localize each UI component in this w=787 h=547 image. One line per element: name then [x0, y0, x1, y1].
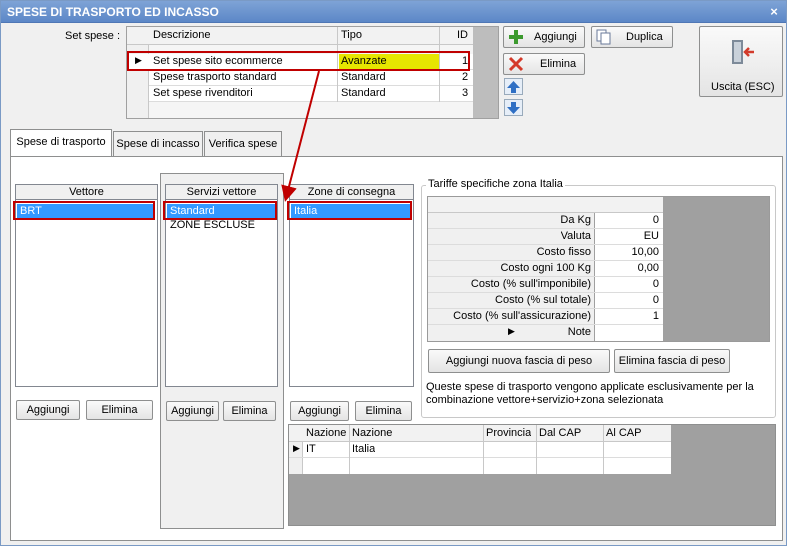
table-row[interactable]: ▶ IT Italia	[289, 442, 671, 458]
tariffe-info: Queste spese di trasporto vengono applic…	[426, 381, 754, 406]
duplica-button[interactable]: Duplica	[591, 26, 673, 48]
nazioni-grid[interactable]: Nazione Nazione Provincia Dal CAP Al CAP…	[288, 424, 776, 526]
grid-scroll-area	[473, 27, 498, 118]
col-divider	[536, 425, 537, 474]
col-descrizione[interactable]: Descrizione	[153, 29, 210, 41]
tariffe-row[interactable]: Costo (% sull'assicurazione) 1	[428, 309, 663, 325]
move-up-button[interactable]	[504, 78, 523, 95]
tariffe-value: EU	[643, 230, 659, 242]
col-tipo[interactable]: Tipo	[341, 29, 362, 41]
tariffe-row[interactable]: Costo (% sull'imponibile) 0	[428, 277, 663, 293]
col-al-cap[interactable]: Al CAP	[606, 427, 641, 439]
row-nazione-code: IT	[306, 443, 316, 455]
col-divider	[603, 425, 604, 474]
tariffe-label: Note	[567, 326, 591, 338]
elimina-label: Elimina	[540, 58, 577, 70]
col-divider	[483, 425, 484, 474]
tab-spese-trasporto[interactable]: Spese di trasporto	[10, 129, 112, 157]
tariffe-legend: Tariffe specifiche zona Italia	[426, 178, 565, 190]
col-dal-cap[interactable]: Dal CAP	[539, 427, 581, 439]
tariffe-row[interactable]: Da Kg 0	[428, 213, 663, 229]
tariffe-header	[428, 197, 663, 213]
tab-verifica-spese[interactable]: Verifica spese	[204, 131, 282, 157]
table-row[interactable]: Spese trasporto standard Standard 2	[149, 70, 473, 86]
row-tipo: Standard	[341, 71, 386, 83]
col-divider	[349, 425, 350, 474]
duplica-label: Duplica	[626, 31, 663, 43]
row-tipo: Standard	[341, 87, 386, 99]
current-row-marker-icon: ▶	[508, 326, 515, 336]
tariffe-row[interactable]: ▶ Note	[428, 325, 663, 341]
nazioni-header: Nazione Nazione Provincia Dal CAP Al CAP	[289, 425, 671, 442]
tariffe-label: Costo (% sul totale)	[495, 294, 591, 306]
current-row-marker-icon: ▶	[293, 443, 300, 453]
list-item-zone-escluse[interactable]: ZONE ESCLUSE	[170, 219, 255, 231]
tariffe-value: 0	[652, 214, 659, 226]
row-nazione-name: Italia	[352, 443, 376, 455]
col-id[interactable]: ID	[457, 29, 468, 41]
tariffe-label: Costo (% sull'imponibile)	[470, 278, 591, 290]
servizi-header: Servizi vettore	[166, 185, 277, 200]
annotation-box	[13, 201, 155, 220]
tariffe-label: Da Kg	[560, 214, 591, 226]
set-spese-label: Set spese :	[65, 30, 121, 42]
vettore-remove-button[interactable]: Elimina	[86, 400, 153, 420]
main-window: SPESE DI TRASPORTO ED INCASSO × Set spes…	[0, 0, 787, 546]
tariffe-value: 1	[652, 310, 659, 322]
row-id: 3	[462, 87, 469, 99]
tariffe-value: 0	[652, 294, 659, 306]
plus-icon	[509, 30, 523, 44]
tariffe-label: Costo ogni 100 Kg	[500, 262, 591, 274]
uscita-button[interactable]: Uscita (ESC)	[699, 26, 783, 97]
aggiungi-label: Aggiungi	[534, 31, 577, 43]
tariffe-grid[interactable]: Da Kg 0 Valuta EU Costo fisso 10,00 Cost…	[427, 196, 770, 342]
tariffe-label: Costo fisso	[536, 246, 591, 258]
grid-header: Descrizione Tipo ID	[127, 27, 498, 45]
tariffe-row[interactable]: Valuta EU	[428, 229, 663, 245]
zone-add-button[interactable]: Aggiungi	[290, 401, 349, 421]
row-descrizione: Set spese rivenditori	[153, 87, 253, 99]
uscita-label: Uscita (ESC)	[711, 81, 775, 93]
tariffe-row[interactable]: Costo (% sul totale) 0	[428, 293, 663, 309]
vettore-header: Vettore	[16, 185, 157, 200]
col-nazione-name[interactable]: Nazione	[352, 427, 392, 439]
tariffe-value: 0	[652, 278, 659, 290]
elimina-fascia-button[interactable]: Elimina fascia di peso	[614, 349, 730, 373]
set-spese-grid[interactable]: Descrizione Tipo ID ▶ Set spese sito eco…	[126, 26, 499, 119]
servizi-remove-button[interactable]: Elimina	[223, 401, 276, 421]
col-nazione-code[interactable]: Nazione	[306, 427, 346, 439]
vettore-add-button[interactable]: Aggiungi	[16, 400, 80, 420]
zone-remove-button[interactable]: Elimina	[355, 401, 412, 421]
tariffe-row[interactable]: Costo fisso 10,00	[428, 245, 663, 261]
move-down-button[interactable]	[504, 99, 523, 116]
copy-icon	[596, 29, 611, 45]
close-icon[interactable]: ×	[766, 4, 782, 20]
servizi-add-button[interactable]: Aggiungi	[166, 401, 219, 421]
tariffe-row[interactable]: Costo ogni 100 Kg 0,00	[428, 261, 663, 277]
window-title: SPESE DI TRASPORTO ED INCASSO	[7, 5, 219, 19]
arrow-down-icon	[507, 102, 520, 114]
aggiungi-fascia-button[interactable]: Aggiungi nuova fascia di peso	[428, 349, 610, 373]
aggiungi-set-button[interactable]: Aggiungi	[503, 26, 585, 48]
arrow-up-icon	[507, 81, 520, 93]
row-descrizione: Spese trasporto standard	[153, 71, 277, 83]
tab-spese-incasso[interactable]: Spese di incasso	[113, 131, 203, 157]
delete-x-icon	[508, 56, 524, 72]
tariffe-label: Valuta	[560, 230, 591, 242]
elimina-set-button[interactable]: Elimina	[503, 53, 585, 75]
row-id: 2	[462, 71, 469, 83]
exit-door-icon	[732, 40, 754, 64]
col-provincia[interactable]: Provincia	[486, 427, 531, 439]
annotation-box	[287, 201, 412, 220]
annotation-box	[163, 201, 277, 220]
zone-header: Zone di consegna	[290, 185, 413, 200]
table-row[interactable]: Set spese rivenditori Standard 3	[149, 86, 473, 102]
title-bar: SPESE DI TRASPORTO ED INCASSO ×	[1, 1, 786, 23]
tariffe-value: 0,00	[637, 262, 659, 274]
tariffe-label: Costo (% sull'assicurazione)	[453, 310, 591, 322]
tariffe-value: 10,00	[631, 246, 659, 258]
annotation-box	[127, 51, 470, 71]
